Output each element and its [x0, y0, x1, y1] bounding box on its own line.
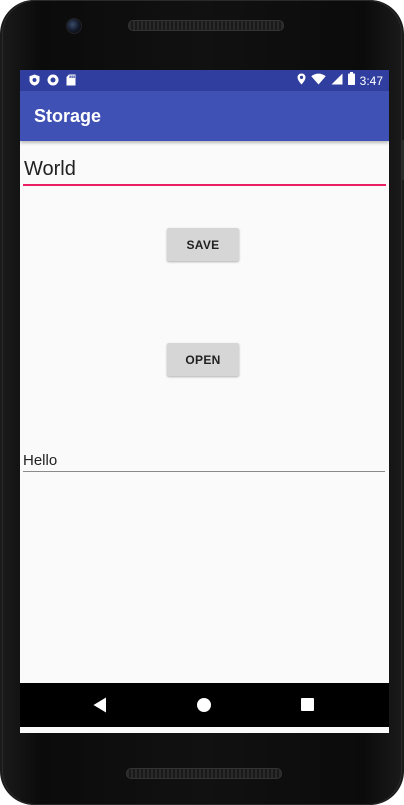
top-text-input[interactable] — [23, 154, 386, 186]
status-bar: 3:47 — [20, 70, 389, 91]
location-icon — [297, 72, 306, 90]
bottom-speaker — [126, 768, 282, 779]
bottom-text-input[interactable] — [23, 450, 385, 472]
phone-frame: 3:47 Storage SAVE OPEN — [0, 0, 404, 805]
back-icon[interactable] — [93, 697, 107, 718]
device-screen: 3:47 Storage SAVE OPEN — [20, 70, 389, 733]
battery-icon — [347, 72, 355, 90]
signal-icon — [331, 72, 343, 90]
status-time: 3:47 — [359, 74, 383, 88]
open-button[interactable]: OPEN — [167, 343, 239, 376]
circle-icon — [47, 73, 59, 91]
shield-icon — [29, 73, 40, 91]
app-bar: Storage — [20, 91, 389, 141]
status-left-icons — [29, 73, 76, 91]
front-camera — [66, 18, 82, 34]
wifi-icon — [310, 72, 326, 90]
app-title: Storage — [34, 106, 102, 126]
navigation-bar — [20, 683, 389, 727]
save-button[interactable]: SAVE — [167, 228, 239, 261]
status-right-icons: 3:47 — [297, 72, 383, 90]
sd-card-icon — [66, 73, 76, 91]
recents-icon[interactable] — [301, 698, 314, 711]
home-icon[interactable] — [197, 698, 211, 712]
earpiece-speaker — [128, 20, 284, 31]
